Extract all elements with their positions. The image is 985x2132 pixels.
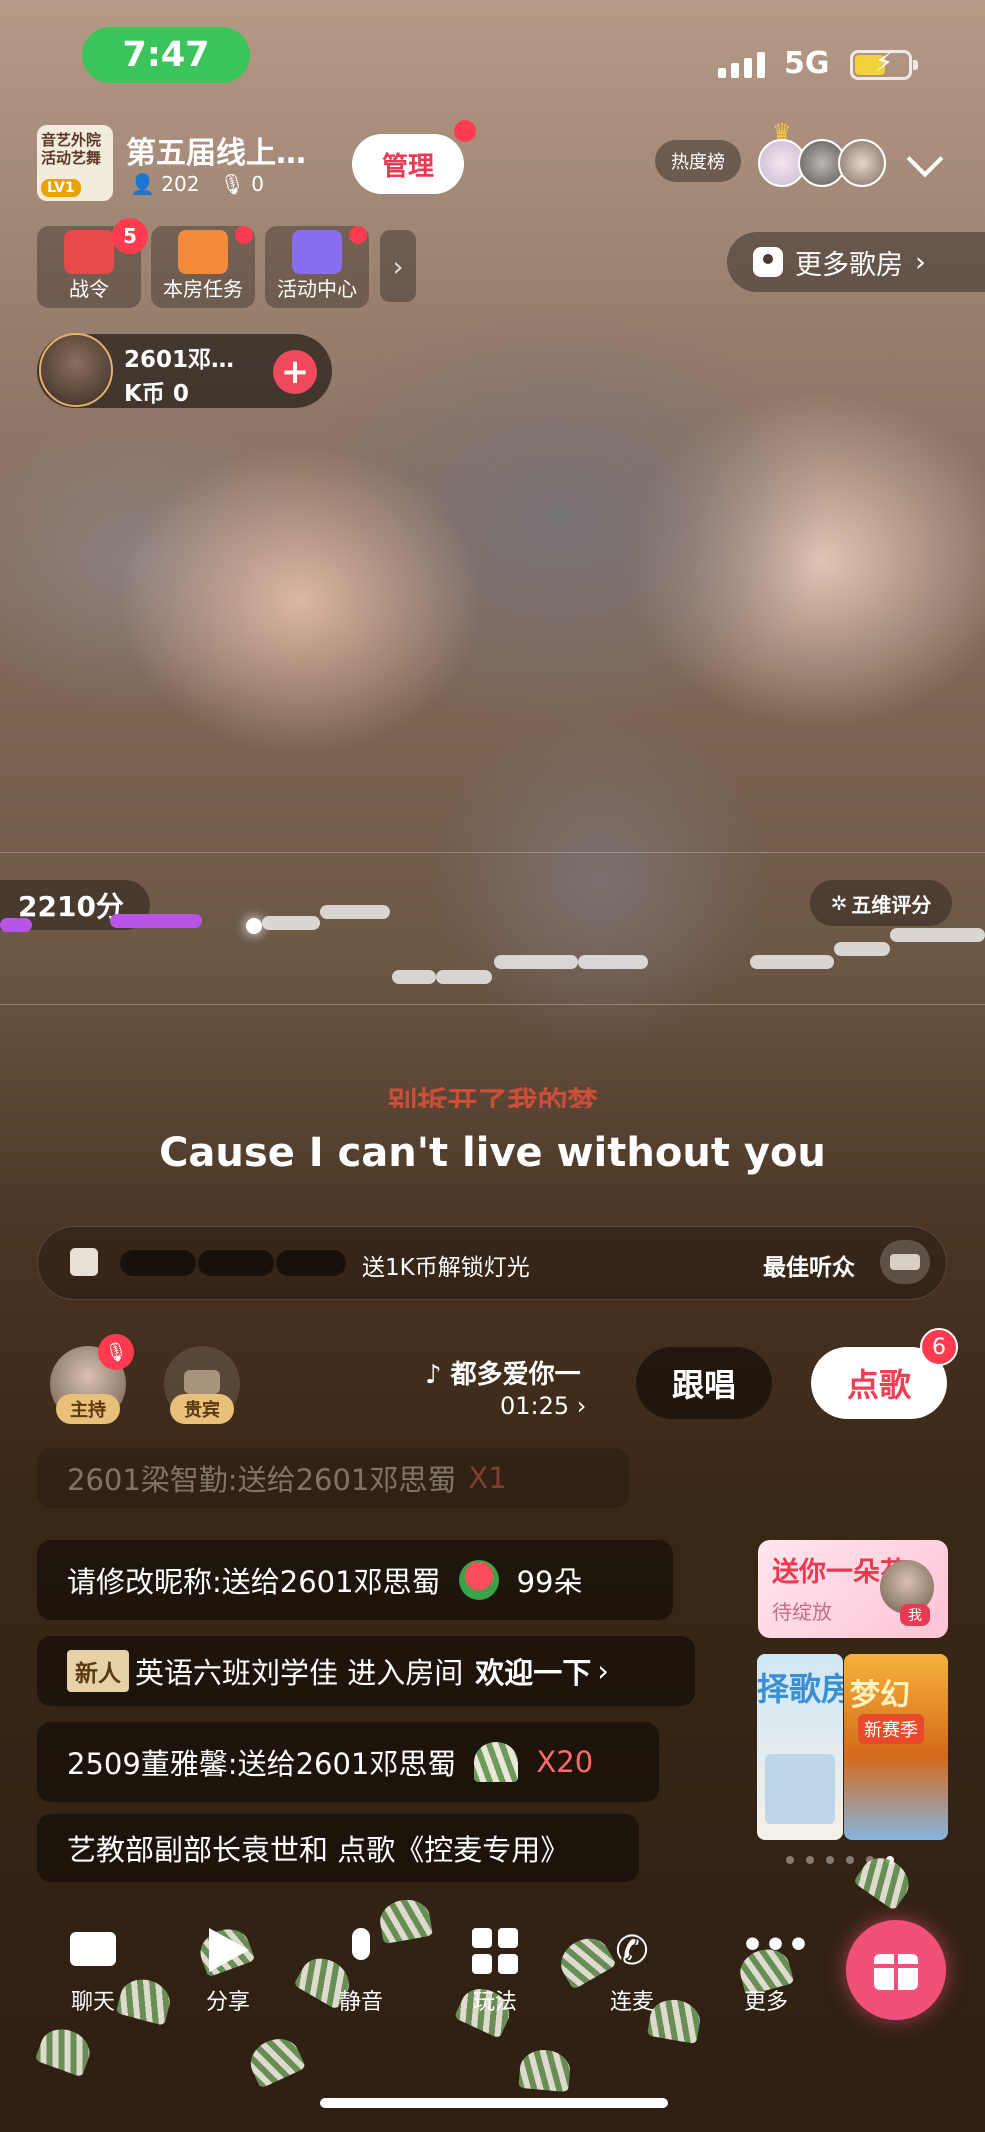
share-icon [203,1926,253,1976]
gift-icon [70,1248,98,1276]
room-title[interactable]: 第五届线上… [126,128,306,172]
game-promo-banner[interactable]: 梦幻 新赛季 [844,1654,948,1840]
listener-count: 👤 202 [130,172,200,196]
calendar-icon [292,230,342,274]
light-unlock-text: 送1K币解锁灯光 [362,1255,530,1281]
mute-button[interactable]: 静音 [313,1926,409,2016]
pitch-bar [392,970,436,984]
manage-button[interactable]: 管理 [352,134,464,194]
five-dimension-score-button[interactable]: ✲ 五维评分 [810,880,952,926]
count-badge: 5 [112,218,148,254]
hot-rank-button[interactable]: 热度榜 [655,140,741,182]
pitch-bar [320,905,390,919]
pitch-bar [262,916,320,930]
gift-icon [874,1954,918,1990]
feature-label: 本房任务 [163,277,243,301]
chat-message: 2509董雅馨:送给2601邓思蜀 X20 [37,1722,659,1802]
gift-button[interactable] [846,1920,946,2020]
chat-icon [68,1926,118,1976]
play-modes-button[interactable]: 玩法 [447,1926,543,2016]
home-indicator[interactable] [320,2098,668,2108]
feature-label: 活动中心 [277,277,357,301]
grid-icon [470,1926,520,1976]
current-song[interactable]: ♪ 都多爱你一 [425,1354,581,1391]
pitch-bar [750,955,834,969]
clipboard-icon [178,230,228,274]
notification-dot [349,226,367,244]
sofa-icon[interactable] [880,1240,930,1284]
order-count-badge: 6 [920,1328,958,1366]
room-avatar-text: 音艺外院 活动艺舞 [41,131,102,167]
promo-banner[interactable]: 择歌房 [757,1654,843,1840]
more-rooms-label: 更多歌房 [795,249,903,281]
pitch-bar [578,955,648,969]
new-user-tag: 新人 [67,1650,129,1692]
light-progress-segment [198,1250,274,1276]
five-d-label: 五维评分 [851,892,932,917]
chat-join-message[interactable]: 新人 英语六班刘学佳 进入房间 欢迎一下 › [37,1636,695,1706]
singer-coins: K币 0 [124,381,189,407]
pitch-bar-hit [0,918,32,932]
rank-avatar-3[interactable] [838,139,886,187]
fan-gift-icon [474,1742,519,1782]
singer-avatar[interactable] [39,333,113,407]
guest-tag: 贵宾 [170,1394,234,1424]
room-level-badge: LV1 [41,179,81,197]
share-button[interactable]: 分享 [180,1926,276,2016]
room-stats: 👤 202 🎙 0 [130,172,264,196]
song-time[interactable]: 01:25 › [500,1392,586,1420]
welcome-action[interactable]: 欢迎一下 [475,1650,591,1692]
network-type: 5G [784,46,830,81]
light-progress-segment [276,1250,346,1276]
mic-muted-icon: 🎙 [98,1334,134,1370]
sing-along-button[interactable]: 跟唱 [636,1347,772,1419]
mic-count: 🎙 0 [219,172,264,196]
pitch-bar [494,955,578,969]
notification-dot [235,226,253,244]
more-rooms-button[interactable]: 更多歌房 › [727,232,985,292]
pitch-lane-bottom [0,1004,985,1005]
pitch-bar [436,970,492,984]
best-listener-label: 最佳听众 [763,1255,855,1281]
mic-seat-icon: 🎙 [219,172,245,196]
pitch-bar-hit [110,914,202,928]
more-icon: ••• [741,1925,811,1966]
more-button[interactable]: ••• 更多 [718,1926,814,2016]
follow-button[interactable]: + [273,350,317,394]
lyric-previous: 别拆开了我的梦 [387,1086,598,1108]
chevron-right-icon: › [915,246,926,278]
notification-dot [454,120,476,142]
pitch-lane-top [0,852,985,853]
battery-icon: ⚡ [850,48,918,80]
mute-mic-icon [336,1926,386,1976]
person-icon: 👤 [130,172,155,196]
pitch-bar [890,928,985,942]
rose-icon [458,1560,499,1600]
chat-button[interactable]: 聊天 [45,1926,141,2016]
room-icon [753,247,783,277]
light-progress-segment [120,1250,196,1276]
chat-message: 艺教部副部长袁世和 点歌《控麦专用》 [37,1814,639,1882]
signal-icon [718,52,765,78]
singer-name: 2601邓… [124,347,235,373]
link-mic-button[interactable]: ✆ 连麦 [584,1926,680,2016]
flower-gift-card[interactable]: 送你一朵花 待绽放 我 [758,1540,948,1638]
medal-icon [64,230,114,274]
host-tag: 主持 [56,1394,120,1424]
chat-message: 请修改昵称:送给2601邓思蜀 99朵 [37,1540,673,1620]
pitch-cursor [246,918,262,934]
phone-icon: ✆ [615,1928,649,1974]
chevron-right-icon[interactable]: › [380,230,416,302]
music-note-icon: ♪ [425,1360,451,1390]
sparkle-icon: ✲ [830,891,848,915]
chevron-right-icon: › [597,1654,609,1688]
status-time: 7:47 [82,27,250,83]
room-avatar[interactable]: 音艺外院 活动艺舞 LV1 [37,125,113,201]
chat-message: 2601梁智勤:送给2601邓思蜀 X1 [37,1448,629,1508]
pitch-bar [834,942,890,956]
lyric-current: Cause I can't live without you [159,1130,826,1176]
feature-label: 战令 [69,277,109,301]
